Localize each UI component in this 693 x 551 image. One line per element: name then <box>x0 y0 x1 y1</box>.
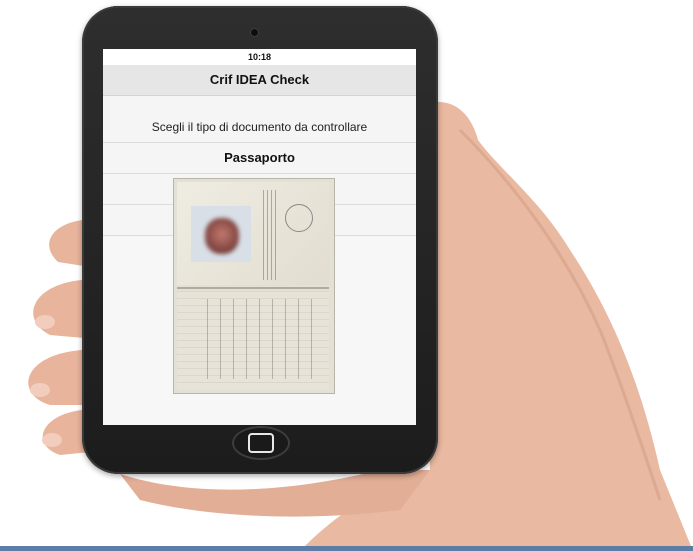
camera-icon <box>250 28 259 37</box>
passport-data-page <box>177 291 329 389</box>
passport-fold <box>177 287 329 289</box>
status-bar-time: 10:18 <box>103 49 416 65</box>
home-button-icon[interactable] <box>232 426 290 460</box>
app-screen: 10:18 Crif IDEA Check Scegli il tipo di … <box>103 49 416 425</box>
passport-stamp <box>285 204 313 232</box>
passport-image <box>173 178 335 394</box>
passport-data-columns <box>195 299 313 379</box>
nav-title: Crif IDEA Check <box>103 65 416 96</box>
instruction-text: Scegli il tipo di documento da controlla… <box>103 96 416 143</box>
passport-photo <box>191 206 251 262</box>
option-passaporto[interactable]: Passaporto <box>103 143 416 174</box>
blurred-face <box>205 218 239 254</box>
home-button-square <box>248 433 274 453</box>
bottom-strip <box>0 546 693 551</box>
passport-text-lines <box>263 190 279 280</box>
passport-photo-page <box>177 182 329 285</box>
